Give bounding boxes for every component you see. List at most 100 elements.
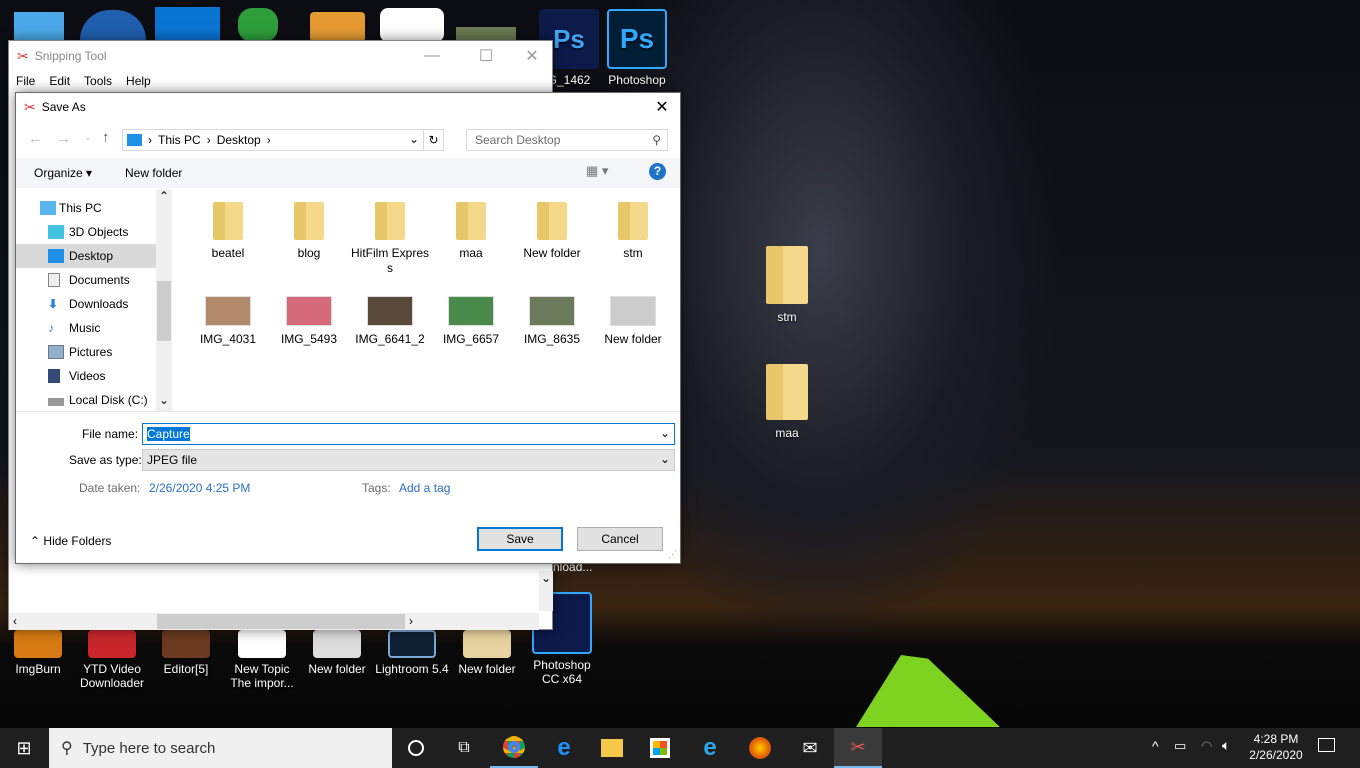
hide-folders-button[interactable]: ⌃ Hide Folders <box>30 534 111 548</box>
edge-button[interactable]: e <box>540 728 588 768</box>
desktop-icon-top-6[interactable] <box>380 8 444 42</box>
desktop-icon-editor[interactable]: Editor[5] <box>148 630 224 676</box>
nav-scroll-thumb[interactable] <box>157 281 171 341</box>
back-arrow-icon[interactable]: ← <box>28 130 43 147</box>
nav-this-pc[interactable]: This PC <box>16 196 170 220</box>
firefox-button[interactable] <box>736 728 784 768</box>
horizontal-scrollbar[interactable]: ‹ › <box>9 613 539 630</box>
help-icon[interactable]: ? <box>649 163 666 180</box>
search-icon[interactable]: ⚲ <box>652 130 661 150</box>
vertical-scrollbar[interactable]: ⌄ <box>539 571 553 611</box>
desktop-icon-ytd[interactable]: YTD Video Downloader <box>74 630 150 690</box>
image-item[interactable]: IMG_5493 <box>270 290 348 347</box>
nav-desktop[interactable]: Desktop <box>16 244 170 268</box>
desktop-icon-lightroom[interactable]: Lightroom 5.4 <box>374 630 450 676</box>
scroll-down-icon[interactable]: ⌄ <box>159 393 169 407</box>
wifi-icon[interactable]: ◠ <box>1201 738 1212 754</box>
taskbar-search[interactable]: ⚲ Type here to search <box>49 728 392 768</box>
maximize-button[interactable]: ☐ <box>463 41 509 71</box>
chevron-down-icon[interactable]: ⌄ <box>660 452 670 466</box>
menu-help[interactable]: Help <box>126 74 151 88</box>
image-item[interactable]: IMG_8635 <box>513 290 591 347</box>
folder-item[interactable]: New folder <box>513 202 591 261</box>
menu-edit[interactable]: Edit <box>49 74 70 88</box>
folder-item[interactable]: stm <box>594 202 672 261</box>
nav-music[interactable]: ♪ Music <box>16 316 170 340</box>
nav-documents[interactable]: Documents <box>16 268 170 292</box>
ie-button[interactable]: e <box>686 728 734 768</box>
desktop-icon-top-2[interactable] <box>80 10 146 42</box>
desktop-icon-top-3[interactable] <box>155 7 220 42</box>
image-thumbnail <box>367 296 413 326</box>
snipping-tool-taskbar-button[interactable]: ✂ <box>834 728 882 768</box>
nav-videos[interactable]: Videos <box>16 364 170 388</box>
task-view-button[interactable]: ⧉ <box>440 728 488 768</box>
scroll-up-icon[interactable]: ⌃ <box>159 189 169 203</box>
view-options-icon[interactable]: ▦ ▾ <box>586 163 608 179</box>
scroll-left-icon[interactable]: ‹ <box>13 614 17 628</box>
image-item[interactable]: IMG_6657 <box>432 290 510 347</box>
save-type-label: Save as type: <box>69 453 142 467</box>
nav-3d-objects[interactable]: 3D Objects <box>16 220 170 244</box>
image-item[interactable]: IMG_4031 <box>189 290 267 347</box>
search-box[interactable]: Search Desktop ⚲ <box>466 129 668 151</box>
mail-button[interactable]: ✉ <box>786 728 834 768</box>
menu-file[interactable]: File <box>16 74 35 88</box>
desktop-icon-new-folder-2[interactable]: New folder <box>449 630 525 676</box>
folder-item[interactable]: blog <box>270 202 348 261</box>
breadcrumb-desktop[interactable]: Desktop <box>217 133 261 147</box>
resize-grip-icon[interactable]: ⋰ <box>668 549 677 560</box>
date-taken-value[interactable]: 2/26/2020 4:25 PM <box>149 481 250 495</box>
nav-scrollbar[interactable]: ⌃ ⌄ <box>156 189 172 411</box>
refresh-icon[interactable]: ↻ <box>423 130 443 150</box>
save-type-select[interactable]: JPEG file ⌄ <box>142 449 675 471</box>
new-folder-button[interactable]: New folder <box>125 166 182 180</box>
minimize-button[interactable]: — <box>409 41 455 71</box>
folder-item[interactable]: beatel <box>189 202 267 261</box>
chevron-down-icon[interactable]: ⌄ <box>660 426 670 440</box>
clock[interactable]: 4:28 PM 2/26/2020 <box>1244 731 1308 763</box>
chrome-button[interactable] <box>490 728 538 768</box>
close-button[interactable]: ✕ <box>509 41 555 71</box>
desktop-icon-new-folder[interactable]: New folder <box>299 630 375 676</box>
nav-downloads[interactable]: ⬇ Downloads <box>16 292 170 316</box>
desktop-icon-maa[interactable]: maa <box>749 364 825 440</box>
nav-pictures[interactable]: Pictures <box>16 340 170 364</box>
volume-icon[interactable]: 🔈︎ <box>1222 737 1230 754</box>
desktop-icon-top-1[interactable] <box>14 12 64 42</box>
desktop-icon-stm[interactable]: stm <box>749 246 825 324</box>
cancel-button[interactable]: Cancel <box>577 527 663 551</box>
file-explorer-button[interactable] <box>588 728 636 768</box>
store-button[interactable] <box>636 728 684 768</box>
action-center-icon[interactable] <box>1318 738 1335 752</box>
dialog-close-button[interactable]: ✕ <box>642 93 682 121</box>
menu-tools[interactable]: Tools <box>84 74 112 88</box>
up-arrow-icon[interactable]: ↑ <box>102 129 110 146</box>
image-item[interactable]: IMG_6641_2 <box>351 290 429 347</box>
desktop-icon-top-4[interactable] <box>238 8 278 42</box>
address-dropdown-icon[interactable]: ⌄ <box>409 132 419 146</box>
tags-value[interactable]: Add a tag <box>399 481 450 495</box>
folder-item[interactable]: HitFilm Express <box>351 202 429 276</box>
start-button[interactable]: ⊞ <box>0 728 48 768</box>
save-button[interactable]: Save <box>477 527 563 551</box>
desktop-icon-top-5[interactable] <box>310 12 365 42</box>
desktop-icon-word-doc[interactable]: New Topic The impor... <box>224 630 300 690</box>
scroll-thumb[interactable] <box>157 614 405 629</box>
desktop-icon-imgburn[interactable]: ImgBurn <box>0 630 76 676</box>
file-name-input[interactable]: Capture ⌄ <box>142 423 675 445</box>
cortana-button[interactable] <box>392 728 440 768</box>
folder-item[interactable]: maa <box>432 202 510 261</box>
organize-button[interactable]: Organize ▾ <box>34 166 92 180</box>
nav-local-disk[interactable]: Local Disk (C:) <box>16 388 170 412</box>
forward-arrow-icon[interactable]: → <box>56 130 71 147</box>
battery-icon[interactable]: ▭ <box>1174 738 1186 754</box>
recent-chevron-icon[interactable]: ⌄ <box>84 132 92 143</box>
address-bar[interactable]: › This PC › Desktop › ⌄ ↻ <box>122 129 444 151</box>
show-hidden-icons[interactable]: ^ <box>1152 738 1159 754</box>
desktop-icon-photoshop[interactable]: Ps Photoshop <box>599 9 675 87</box>
edge-icon: e <box>557 734 571 761</box>
scroll-right-icon[interactable]: › <box>409 614 413 628</box>
image-item[interactable]: New folder <box>594 290 672 347</box>
breadcrumb-this-pc[interactable]: This PC <box>158 133 201 147</box>
